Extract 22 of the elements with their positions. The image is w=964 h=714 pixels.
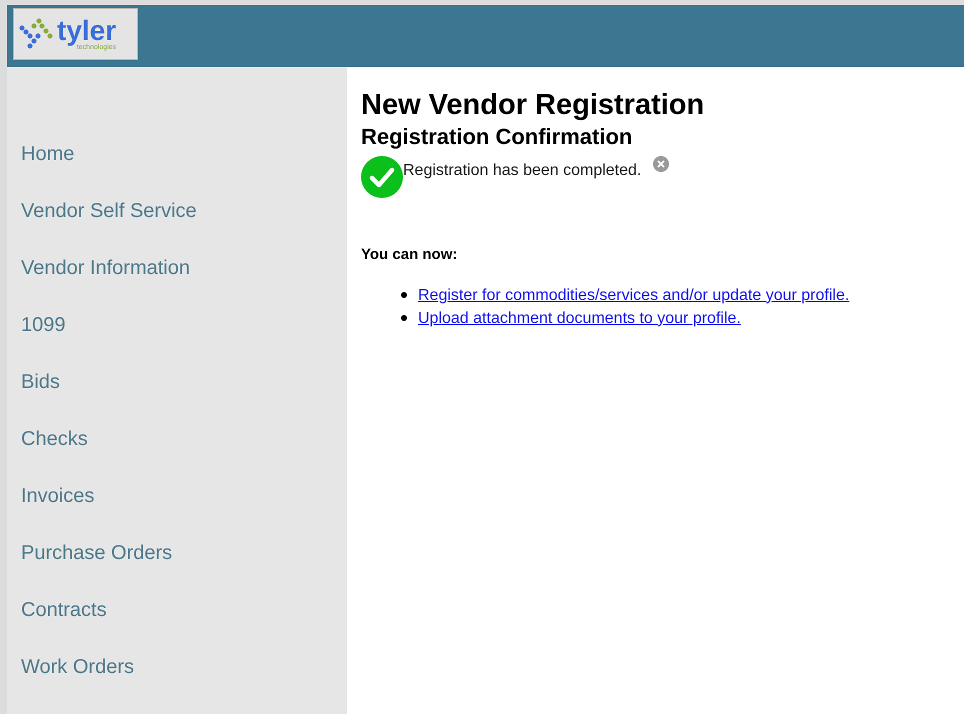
page-subtitle: Registration Confirmation <box>361 123 634 151</box>
logo-name: tyler <box>57 18 116 44</box>
bullet-icon <box>401 292 407 298</box>
sidebar-item[interactable]: Contracts <box>21 595 107 625</box>
sidebar-item[interactable]: Work Orders <box>21 652 134 682</box>
sidebar-item[interactable]: Vendor Information <box>21 253 190 283</box>
sidebar-item[interactable]: Invoices <box>21 481 94 511</box>
sidebar-item[interactable]: 1099 <box>21 310 66 340</box>
sidebar-item[interactable]: Purchase Orders <box>21 538 172 568</box>
bullet-icon <box>401 315 407 321</box>
success-message: Registration has been completed. <box>403 161 642 181</box>
next-steps-heading: You can now: <box>361 245 458 265</box>
dots-logo-icon <box>19 18 53 50</box>
sidebar-item[interactable]: Bids <box>21 367 60 397</box>
action-link[interactable]: Register for commodities/services and/or update your profile. <box>418 284 850 306</box>
page-title: New Vendor Registration <box>361 88 706 123</box>
close-icon[interactable] <box>653 156 670 172</box>
sidebar-item[interactable]: Checks <box>21 424 88 454</box>
sidebar-item[interactable]: Vendor Self Service <box>21 196 197 226</box>
sidebar-item[interactable]: Home <box>21 139 74 169</box>
check-circle-icon <box>361 156 403 198</box>
action-link[interactable]: Upload attachment documents to your profile. <box>418 308 741 328</box>
